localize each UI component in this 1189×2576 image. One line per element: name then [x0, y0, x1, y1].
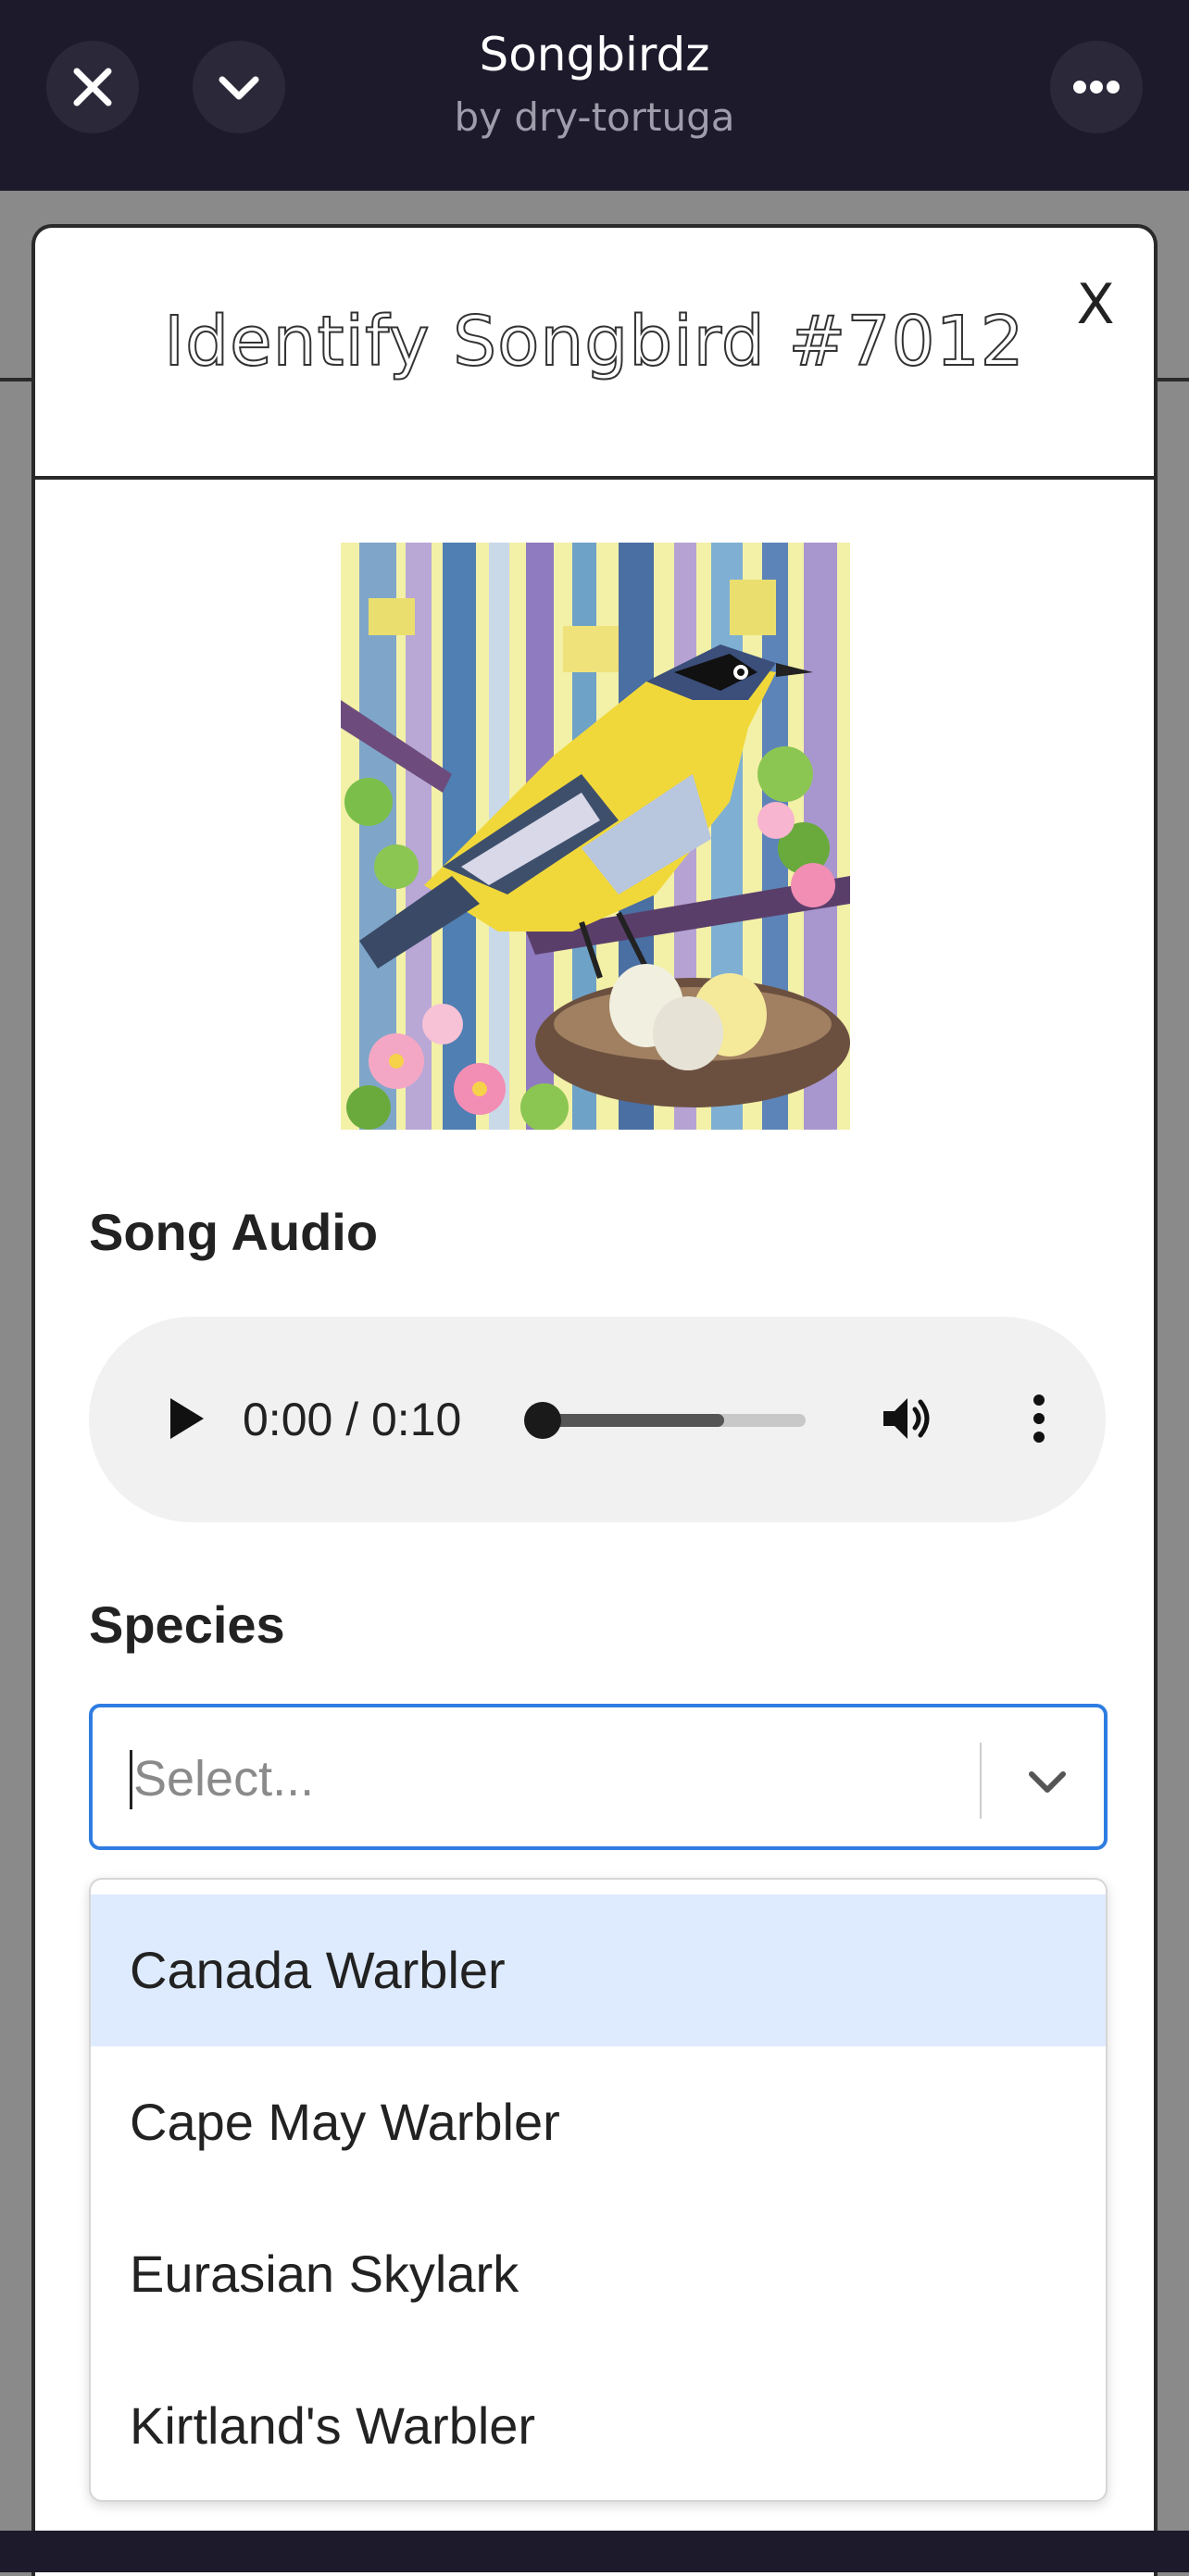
audio-seek-bar[interactable]	[524, 1402, 806, 1439]
species-options-menu: Canada Warbler Cape May Warbler Eurasian…	[89, 1878, 1108, 2502]
audio-buffered-fill	[535, 1414, 725, 1427]
species-option-canada-warbler[interactable]: Canada Warbler	[91, 1894, 1106, 2046]
song-audio-label: Song Audio	[89, 1203, 379, 1261]
species-option-cape-may-warbler[interactable]: Cape May Warbler	[91, 2046, 1106, 2198]
species-option-eurasian-skylark[interactable]: Eurasian Skylark	[91, 2198, 1106, 2350]
modal-close-button[interactable]: X	[1063, 272, 1128, 337]
bottom-bar	[0, 2531, 1189, 2572]
app-bar: Songbirdz by dry-tortuga	[0, 0, 1189, 191]
select-separator	[980, 1743, 982, 1819]
text-caret	[130, 1750, 132, 1809]
audio-time: 0:00 / 0:10	[243, 1394, 462, 1445]
more-horizontal-icon	[1073, 81, 1120, 94]
identify-modal: Identify Songbird #7012 X Song Audio 0:0…	[31, 224, 1158, 2576]
modal-header: Identify Songbird #7012 X	[35, 228, 1154, 480]
songbird-artwork-image	[341, 543, 850, 1130]
species-option-kirtlands-warbler[interactable]: Kirtland's Warbler	[91, 2350, 1106, 2500]
audio-seek-thumb[interactable]	[524, 1402, 561, 1439]
modal-title: Identify Songbird #7012	[163, 301, 1025, 382]
volume-icon[interactable]	[878, 1389, 937, 1448]
play-icon[interactable]	[156, 1389, 215, 1448]
species-label: Species	[89, 1595, 285, 1654]
app-author: by dry-tortuga	[454, 94, 735, 140]
more-vertical-icon[interactable]	[1009, 1389, 1069, 1448]
app-more-button[interactable]	[1050, 41, 1143, 133]
chevron-down-icon[interactable]	[1015, 1748, 1080, 1813]
species-select-placeholder: Select...	[133, 1751, 315, 1807]
audio-player: 0:00 / 0:10	[89, 1317, 1106, 1522]
species-select[interactable]: Select...	[89, 1704, 1108, 1850]
app-title: Songbirdz	[479, 28, 710, 81]
